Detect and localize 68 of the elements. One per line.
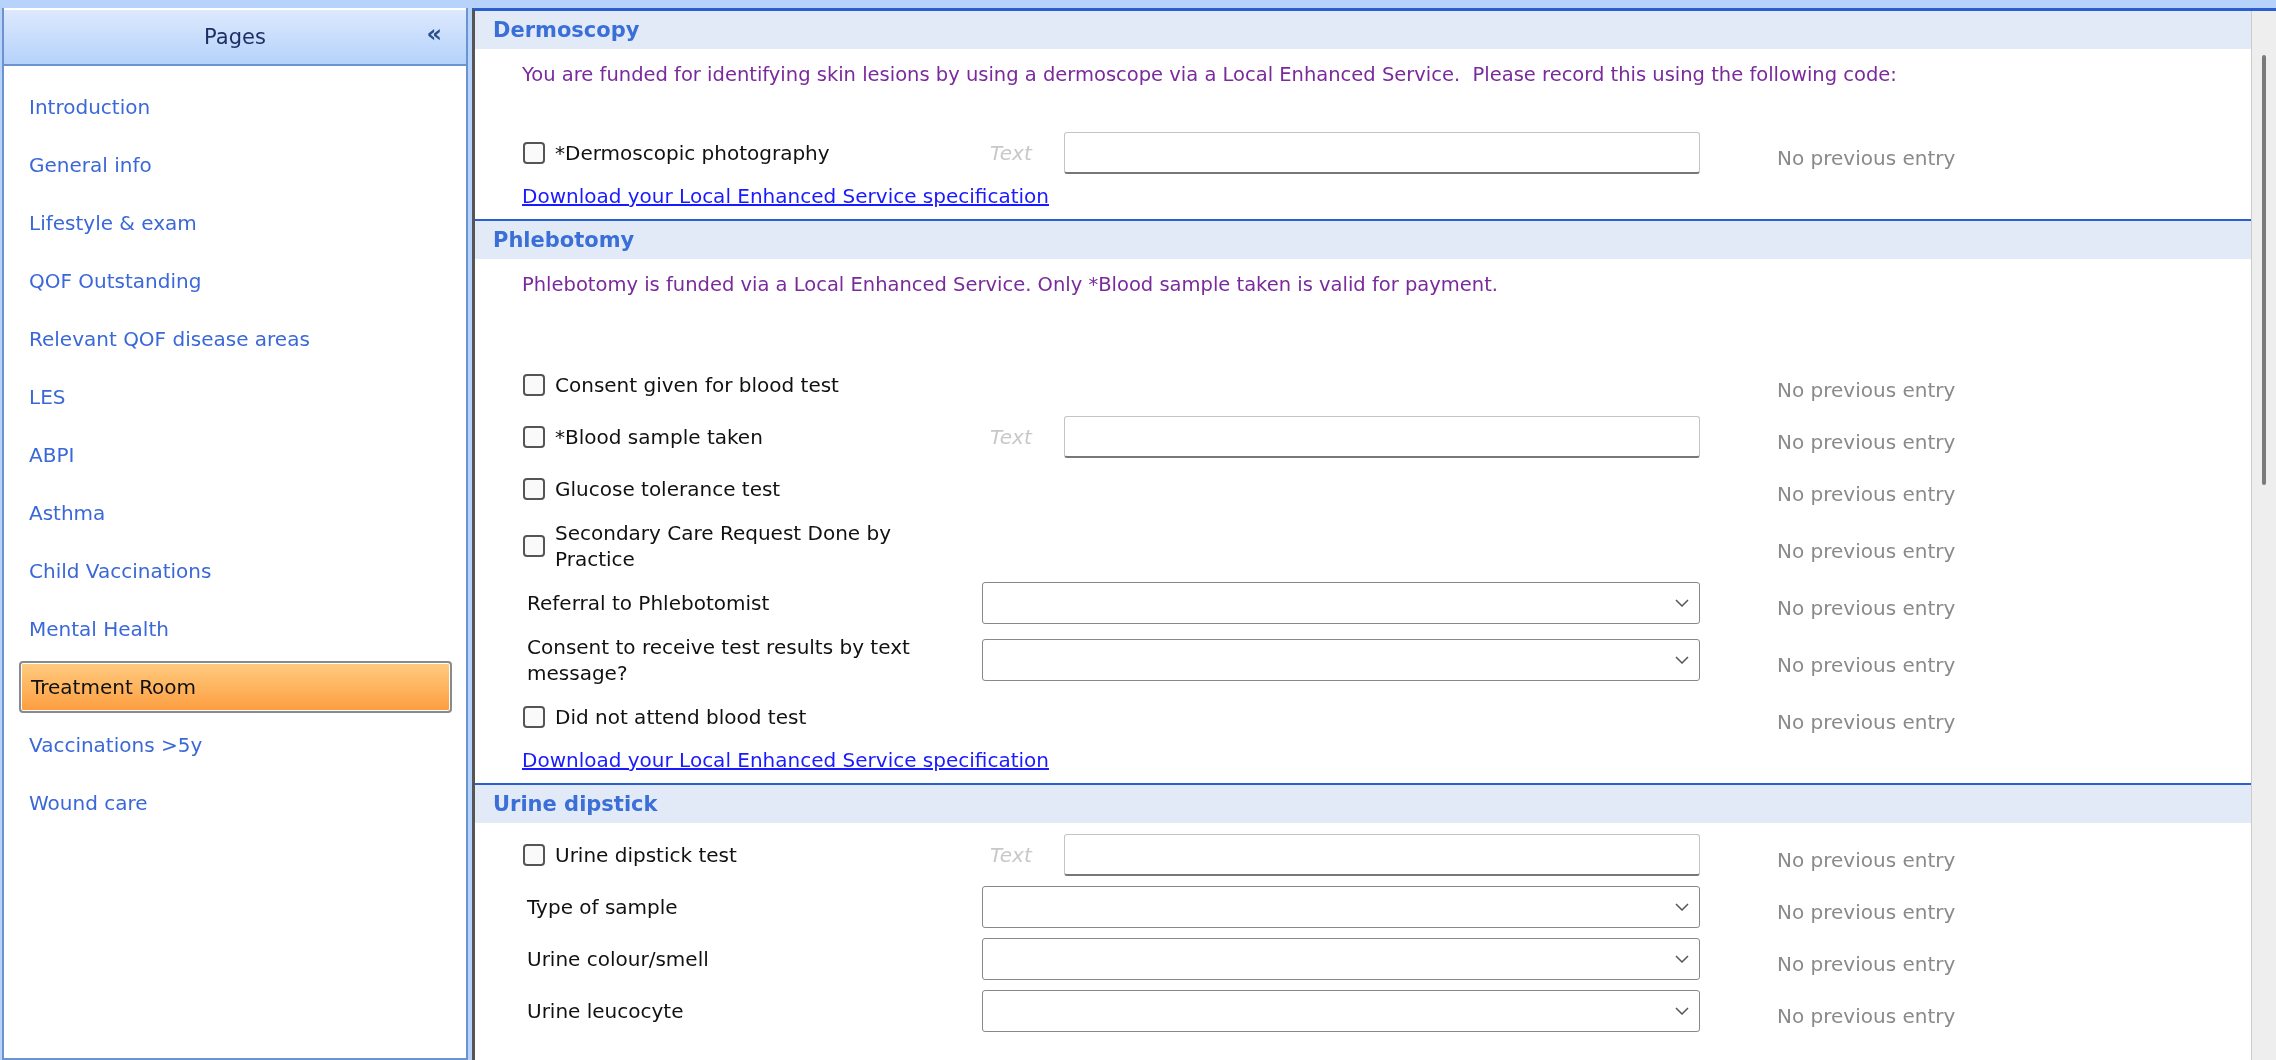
- previous-entry-text: No previous entry: [1776, 595, 1957, 620]
- collapse-button[interactable]: «: [422, 22, 446, 46]
- dropdown-field[interactable]: [982, 990, 1700, 1032]
- section-intro-text: Phlebotomy is funded via a Local Enhanced Service. Only *Blood sample taken is valid for payment.: [521, 272, 1499, 298]
- sidebar-item[interactable]: Asthma: [19, 487, 452, 539]
- field-label: Referral to Phlebotomist: [526, 590, 771, 616]
- sidebar-item[interactable]: LES: [19, 371, 452, 423]
- section-intro-text: You are funded for identifying skin lesions by using a dermoscope via a Local Enhanced Service. Please record this using the following code:: [521, 62, 1898, 88]
- dropdown-field[interactable]: [982, 938, 1700, 980]
- checkbox-label: Did not attend blood test: [555, 704, 807, 730]
- previous-entry-text: No previous entry: [1776, 847, 1957, 872]
- chevron-down-icon: [1675, 599, 1689, 607]
- checkbox[interactable]: [523, 844, 545, 866]
- text-field[interactable]: [1064, 834, 1700, 876]
- specification-link[interactable]: Download your Local Enhanced Service specification: [522, 184, 1049, 208]
- sidebar-item[interactable]: General info: [19, 139, 452, 191]
- previous-entry-text: No previous entry: [1776, 652, 1957, 677]
- checkbox[interactable]: [523, 426, 545, 448]
- checkbox-label: Glucose tolerance test: [555, 476, 781, 502]
- previous-entry-text: No previous entry: [1776, 145, 1957, 170]
- chevron-down-icon: [1675, 955, 1689, 963]
- sidebar-item[interactable]: QOF Outstanding: [19, 255, 452, 307]
- checkbox[interactable]: [523, 535, 545, 557]
- field-label: Urine leucocyte: [526, 998, 685, 1024]
- section-title: Urine dipstick: [493, 792, 658, 816]
- scrollbar[interactable]: [2251, 11, 2276, 1060]
- sidebar-item[interactable]: Treatment Room: [19, 661, 452, 713]
- sidebar-item[interactable]: Relevant QOF disease areas: [19, 313, 452, 365]
- previous-entry-text: No previous entry: [1776, 377, 1957, 402]
- previous-entry-text: No previous entry: [1776, 538, 1957, 563]
- field-label: Urine colour/smell: [526, 946, 710, 972]
- checkbox-label: *Dermoscopic photography: [555, 140, 830, 166]
- section-title: Dermoscopy: [493, 18, 640, 42]
- specification-link[interactable]: Download your Local Enhanced Service specification: [522, 748, 1049, 772]
- sidebar-item[interactable]: Vaccinations >5y: [19, 719, 452, 771]
- checkbox[interactable]: [523, 706, 545, 728]
- sidebar-item[interactable]: Child Vaccinations: [19, 545, 452, 597]
- previous-entry-text: No previous entry: [1776, 709, 1957, 734]
- text-field[interactable]: [1064, 132, 1700, 174]
- previous-entry-text: No previous entry: [1776, 481, 1957, 506]
- dropdown-field[interactable]: [982, 639, 1700, 681]
- checkbox-label: Consent given for blood test: [555, 372, 839, 398]
- checkbox[interactable]: [523, 374, 545, 396]
- checkbox-label: *Blood sample taken: [555, 424, 763, 450]
- dropdown-field[interactable]: [982, 582, 1700, 624]
- dropdown-field[interactable]: [982, 886, 1700, 928]
- checkbox-label: Secondary Care Request Done by Practice: [555, 520, 893, 572]
- previous-entry-text: No previous entry: [1776, 429, 1957, 454]
- text-field[interactable]: [1064, 416, 1700, 458]
- sidebar-item[interactable]: Mental Health: [19, 603, 452, 655]
- sidebar-item[interactable]: Wound care: [19, 777, 452, 829]
- field-label: Consent to receive test results by text message?: [526, 634, 911, 686]
- checkbox[interactable]: [523, 142, 545, 164]
- previous-entry-text: No previous entry: [1776, 1003, 1957, 1028]
- checkbox[interactable]: [523, 478, 545, 500]
- chevron-down-icon: [1675, 1007, 1689, 1015]
- scrollbar-thumb[interactable]: [2262, 55, 2266, 485]
- checkbox-label: Urine dipstick test: [555, 842, 737, 868]
- field-label: Type of sample: [526, 894, 679, 920]
- previous-entry-text: No previous entry: [1776, 951, 1957, 976]
- sidebar-item[interactable]: Introduction: [19, 81, 452, 133]
- chevron-down-icon: [1675, 656, 1689, 664]
- chevron-down-icon: [1675, 903, 1689, 911]
- sidebar-title: Pages: [204, 25, 266, 49]
- section-title: Phlebotomy: [493, 228, 635, 252]
- previous-entry-text: No previous entry: [1776, 899, 1957, 924]
- sidebar-item[interactable]: ABPI: [19, 429, 452, 481]
- sidebar-item[interactable]: Lifestyle & exam: [19, 197, 452, 249]
